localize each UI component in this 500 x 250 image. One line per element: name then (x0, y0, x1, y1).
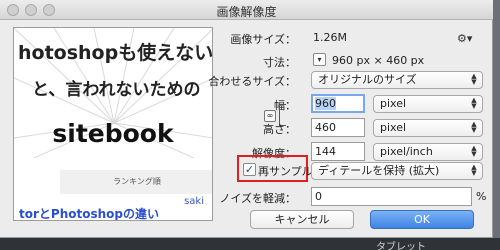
fit-to-value: オリジナルのサイズ (318, 73, 417, 86)
width-unit-value: pixel (380, 97, 407, 110)
preview-brand: sitebook (52, 119, 174, 148)
image-size-dialog: 画像解像度 hotoshopも使えない と、言われないための sitebook … (0, 0, 493, 238)
background-text: タブレット (376, 242, 426, 250)
preview-ranking-tab: ランキング順 (60, 170, 212, 194)
dimensions-label: 寸法： (263, 56, 296, 69)
resolution-unit-select[interactable]: pixel/inch ▲ ▼ (373, 143, 483, 161)
resolution-value: 144 (315, 145, 336, 158)
noise-unit: % (476, 190, 487, 203)
gear-icon[interactable]: ⚙▾ (457, 32, 472, 45)
width-value: 960 (315, 97, 336, 110)
resample-method-value: ディテールを保持 (拡大) (318, 164, 440, 177)
preview-headline-2: と、言われないための (32, 80, 201, 100)
ok-button[interactable]: OK (370, 210, 474, 229)
preview-article-title: torとPhotoshopの違い (19, 207, 159, 221)
image-size-value: 1.26M (313, 31, 347, 44)
preview-headline-1: hotoshopも使えない (18, 42, 213, 64)
background-window-edge (493, 0, 500, 238)
width-input[interactable]: 960 (311, 94, 365, 113)
resolution-unit-value: pixel/inch (380, 145, 433, 158)
noise-value: 0 (315, 190, 322, 203)
dimensions-value: 960 px × 460 px (332, 54, 425, 67)
updown-arrows-icon: ▲ ▼ (471, 120, 477, 134)
height-unit-value: pixel (380, 121, 407, 134)
updown-arrows-icon: ▲ ▼ (471, 96, 477, 110)
fit-to-select[interactable]: オリジナルのサイズ ▲ ▼ (311, 71, 483, 89)
height-value: 460 (315, 121, 336, 134)
resample-checkbox[interactable]: ✓ (243, 163, 256, 176)
height-label: 高さ： (263, 123, 296, 136)
window-title: 画像解像度 (216, 5, 277, 19)
height-input[interactable]: 460 (311, 118, 365, 137)
image-preview[interactable]: hotoshopも使えない と、言われないための sitebook ランキング順… (13, 27, 213, 221)
updown-arrows-icon: ▲ ▼ (471, 72, 477, 86)
resolution-input[interactable]: 144 (311, 142, 365, 161)
image-size-label: 画像サイズ： (230, 33, 296, 46)
resample-method-select[interactable]: ディテールを保持 (拡大) ▲ ▼ (311, 162, 483, 180)
fit-to-label: 合わせるサイズ： (208, 75, 296, 88)
cancel-button[interactable]: キャンセル (250, 210, 354, 229)
dimensions-unit-menu[interactable]: ▾ (313, 53, 326, 66)
title-bar: 画像解像度 (0, 0, 493, 20)
width-unit-select[interactable]: pixel ▲ ▼ (373, 95, 483, 113)
noise-input[interactable]: 0 (311, 187, 472, 206)
updown-arrows-icon: ▲ ▼ (471, 163, 477, 177)
preview-saki-text: saki (184, 196, 204, 207)
noise-label: ノイズを軽減： (219, 192, 296, 205)
updown-arrows-icon: ▲ ▼ (471, 144, 477, 158)
height-unit-select[interactable]: pixel ▲ ▼ (373, 119, 483, 137)
